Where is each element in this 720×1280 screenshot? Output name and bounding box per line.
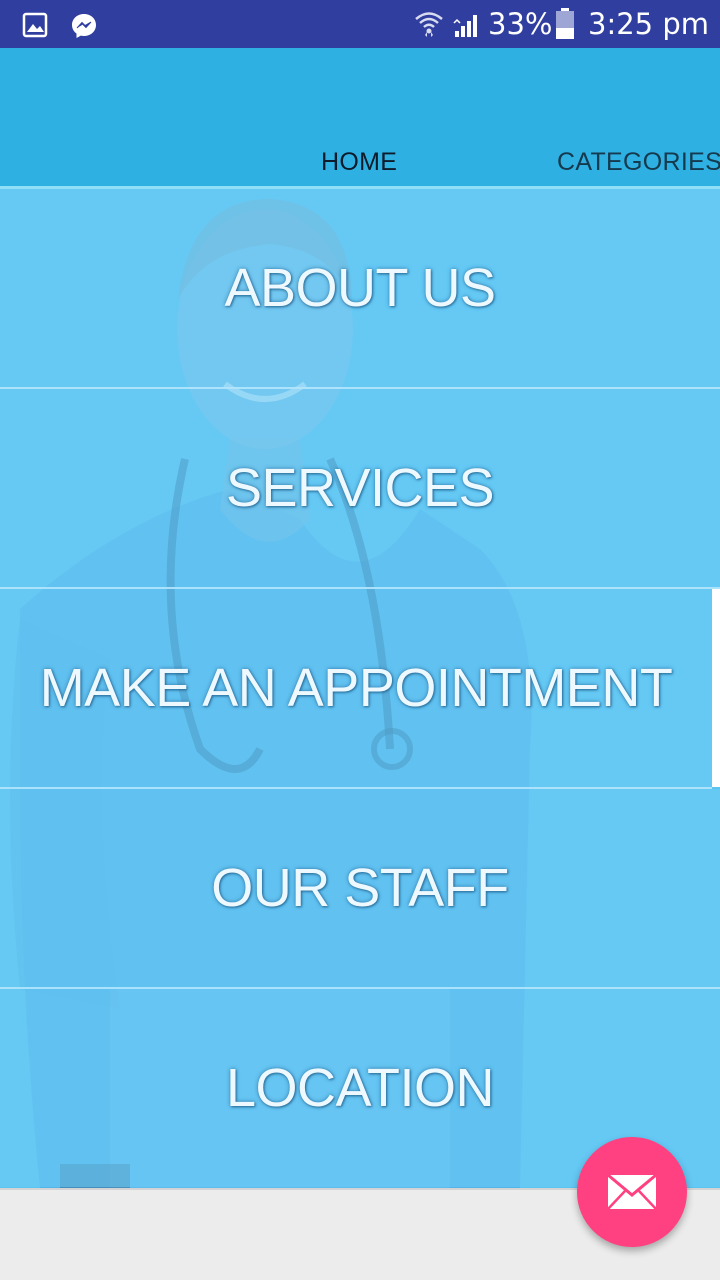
status-bar: 33% 3:25 pm: [0, 0, 720, 48]
menu-item-label: SERVICES: [225, 458, 495, 518]
menu-item-label: ABOUT US: [224, 258, 496, 318]
messenger-icon: [70, 12, 98, 45]
app-bar: HOME CATEGORIES: [0, 48, 720, 188]
gallery-icon: [22, 12, 48, 43]
menu-item-our-staff[interactable]: OUR STAFF: [0, 789, 720, 989]
menu-item-services[interactable]: SERVICES: [0, 389, 720, 589]
menu-item-label: LOCATION: [225, 1058, 495, 1118]
app-screen: 33% 3:25 pm HOME CATEGORIES ABOUT US SER…: [0, 0, 720, 1280]
menu-content: ABOUT US SERVICES MAKE AN APPOINTMENT OU…: [0, 189, 720, 1188]
menu-item-label: OUR STAFF: [211, 858, 509, 918]
tab-categories[interactable]: CATEGORIES: [557, 144, 720, 180]
scroll-indicator: [712, 589, 720, 787]
signal-icon: [453, 11, 483, 44]
menu-item-label: MAKE AN APPOINTMENT: [39, 658, 673, 718]
battery-percent: 33%: [488, 7, 553, 41]
mail-icon: [607, 1173, 657, 1210]
menu-item-about-us[interactable]: ABOUT US: [0, 189, 720, 389]
mail-fab-button[interactable]: [577, 1137, 687, 1247]
clock: 3:25 pm: [588, 7, 709, 41]
battery-icon: [554, 8, 576, 45]
wifi-icon: [414, 10, 444, 43]
tab-home[interactable]: HOME: [321, 144, 397, 180]
menu-item-make-an-appointment[interactable]: MAKE AN APPOINTMENT: [0, 589, 712, 789]
